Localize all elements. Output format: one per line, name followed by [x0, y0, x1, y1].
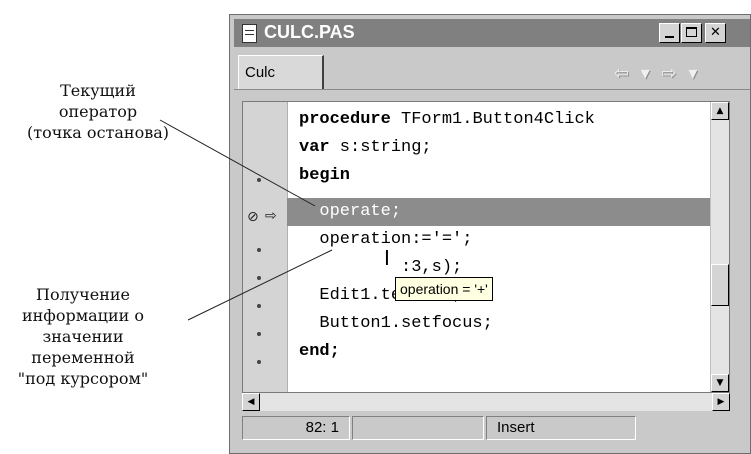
callout-line: значении [42, 327, 124, 346]
code-line: begin [299, 166, 351, 185]
horizontal-scrollbar[interactable]: ◀ ▶ [242, 393, 730, 411]
nav-arrows[interactable]: ⇦ ▾ ⇨ ▾ [614, 63, 700, 84]
vertical-scrollbar[interactable]: ▲ ▼ [710, 102, 729, 392]
code-line: operation:='='; [299, 230, 473, 249]
tab-bar: Culc ⇦ ▾ ⇨ ▾ [234, 49, 750, 90]
callout-line: "под курсором" [17, 369, 149, 388]
callout-line: переменной [31, 348, 135, 367]
minimize-button[interactable] [659, 23, 680, 43]
callout-line: информации о [21, 306, 145, 325]
window-title: CULC.PAS [264, 22, 355, 42]
scroll-right-button[interactable]: ▶ [712, 393, 730, 411]
callout-current-statement: Текущий оператор (точка останова) [0, 80, 196, 143]
callout-line: оператор [58, 102, 138, 121]
line-marker-dot [257, 360, 261, 364]
line-marker-dot [257, 304, 261, 308]
breakpoint-icon[interactable]: ⊘ [247, 209, 259, 225]
code-editor[interactable]: ⊘ ⇨ procedure TForm1.Button4Click var s:… [242, 101, 730, 393]
code-editor-window: CULC.PAS ✕ Culc ⇦ ▾ ⇨ ▾ ⊘ ⇨ procedure TF… [229, 14, 751, 454]
close-button[interactable]: ✕ [705, 23, 726, 43]
gutter[interactable]: ⊘ ⇨ [243, 102, 288, 392]
callout-line: Текущий [60, 81, 136, 100]
callout-line: Получение [35, 285, 130, 304]
code-line: Button1.setfocus; [299, 314, 493, 333]
scroll-left-button[interactable]: ◀ [242, 393, 260, 411]
modified-indicator [352, 416, 484, 440]
status-bar: 82: 1 Insert [242, 414, 748, 442]
code-line-current: operate; [287, 198, 711, 226]
code-line: Edit1.text:=s; [299, 286, 463, 305]
callout-line: (точка останова) [27, 123, 169, 142]
title-bar[interactable]: CULC.PAS ✕ [234, 19, 750, 47]
text-cursor-icon: I [384, 246, 390, 270]
maximize-icon [686, 27, 697, 37]
line-marker-dot [257, 248, 261, 252]
code-line: end; [299, 342, 340, 361]
line-marker-dot [257, 332, 261, 336]
callout-variable-info: Получение информации о значении переменн… [0, 284, 166, 389]
line-marker-dot [257, 276, 261, 280]
code-line: procedure TForm1.Button4Click [299, 110, 595, 129]
file-icon [242, 24, 257, 43]
code-line: str(r:10:3,s); [401, 258, 463, 277]
minimize-icon [665, 36, 674, 38]
cursor-position: 82: 1 [242, 416, 350, 440]
insert-mode: Insert [486, 416, 636, 440]
code-area[interactable]: procedure TForm1.Button4Click var s:stri… [287, 102, 711, 392]
line-marker-dot [257, 178, 261, 182]
scroll-thumb[interactable] [711, 264, 729, 306]
execution-arrow-icon: ⇨ [265, 208, 277, 224]
tab-culc[interactable]: Culc [238, 55, 324, 89]
scroll-up-button[interactable]: ▲ [711, 102, 729, 120]
scroll-down-button[interactable]: ▼ [711, 374, 729, 392]
variable-tooltip: operation = '+' [395, 277, 493, 301]
close-icon: ✕ [710, 25, 721, 40]
code-line: var s:string; [299, 138, 432, 157]
maximize-button[interactable] [681, 23, 702, 43]
